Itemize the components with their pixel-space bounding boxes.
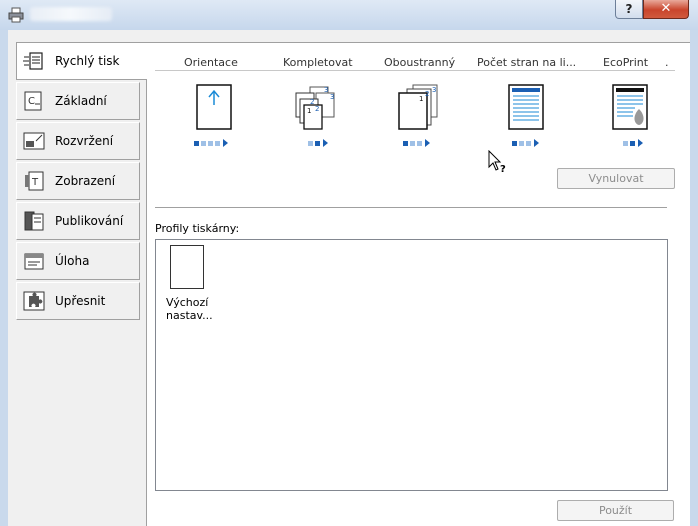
svg-text:2: 2 [315,105,319,113]
tab-basic[interactable]: C Základní [16,82,140,120]
svg-text:2: 2 [425,90,429,98]
orientation-selector[interactable] [194,139,228,147]
printer-icon [8,7,24,23]
selector-dot [308,140,313,146]
svg-text:3: 3 [330,93,334,101]
tab-layout[interactable]: Rozvržení [16,122,140,160]
profile-label-line1: Výchozí [166,296,209,309]
svg-text:2: 2 [310,98,314,106]
selector-dot [526,140,531,146]
tab-label: Zobrazení [55,174,116,188]
selector-dot [630,140,635,146]
section-divider [155,207,667,208]
pages-per-sheet-icon[interactable] [503,83,555,133]
tab-advanced[interactable]: Upřesnit [16,282,140,320]
selector-dot [194,140,199,146]
advanced-puzzle-icon [23,290,45,312]
selector-dot [417,140,422,146]
svg-text:1: 1 [419,95,423,103]
svg-text:3: 3 [324,86,328,94]
svg-text:3: 3 [432,86,436,94]
publishing-icon [23,210,45,232]
selector-dot [623,140,628,146]
tab-publishing[interactable]: Publikování [16,202,140,240]
duplex-selector[interactable] [403,139,430,147]
tab-label: Úloha [55,254,90,268]
dialog-client-area: Rychlý tisk C Základní Rozvržení T Zobra… [8,30,690,526]
ecoprint-selector[interactable] [623,139,643,147]
selector-dot [208,140,213,146]
help-button[interactable]: ? [615,0,643,19]
window-title-blurred [30,7,112,21]
tab-quick-print[interactable]: Rychlý tisk [16,42,147,80]
collate-icon[interactable]: 3 3 2 2 1 [290,83,342,133]
tab-label: Publikování [55,214,124,228]
pages-per-sheet-selector[interactable] [512,139,539,147]
profile-label: Výchozí nastav... [166,296,226,322]
reset-button[interactable]: Vynulovat [557,168,675,189]
printer-profiles-list[interactable]: Výchozí nastav... [155,239,668,491]
tab-label: Rychlý tisk [55,54,120,68]
header-ecoprint: EcoPrint [603,56,649,69]
imaging-icon: T [23,170,45,192]
header-duplex: Oboustranný [384,56,456,69]
selector-dot [315,140,320,146]
help-cursor-icon: ? [488,150,506,175]
sidebar-tabs: Rychlý tisk C Základní Rozvržení T Zobra… [16,42,147,526]
tab-imaging[interactable]: T Zobrazení [16,162,140,200]
svg-text:?: ? [500,164,506,175]
selector-arrow-icon [534,139,539,147]
selector-dot [215,140,220,146]
selector-dot [201,140,206,146]
close-button[interactable]: ✕ [643,0,689,19]
svg-text:1: 1 [307,107,311,115]
layout-icon [23,130,45,152]
selector-dot [512,140,517,146]
selector-arrow-icon [323,139,328,147]
quick-print-panel: Orientace Kompletovat Oboustranný Počet … [146,42,690,526]
selector-arrow-icon [638,139,643,147]
svg-text:T: T [31,177,39,188]
header-overflow: . [665,56,669,69]
selector-dot [410,140,415,146]
tab-job[interactable]: Úloha [16,242,140,280]
svg-text:C: C [28,96,35,107]
header-pages-per-sheet: Počet stran na li... [477,56,577,69]
profile-label-line2: nastav... [166,309,213,322]
tab-label: Rozvržení [55,134,114,148]
collate-selector[interactable] [308,139,328,147]
quick-print-icon [23,50,45,72]
selector-dot [519,140,524,146]
title-bar: ? ✕ [0,0,698,30]
orientation-portrait-icon[interactable] [191,83,243,133]
header-collate: Kompletovat [283,56,353,69]
tab-label: Základní [55,94,107,108]
tab-label: Upřesnit [55,294,106,308]
apply-button[interactable]: Použít [557,500,674,521]
header-orientation: Orientace [184,56,238,69]
selector-arrow-icon [223,139,228,147]
option-column-headers: Orientace Kompletovat Oboustranný Počet … [155,55,675,71]
printer-profiles-label: Profily tiskárny: [155,222,240,235]
basic-icon: C [23,90,45,112]
selector-dot [403,140,408,146]
selector-arrow-icon [425,139,430,147]
duplex-icon[interactable]: 3 2 1 [393,83,445,133]
job-icon [23,250,45,272]
ecoprint-icon[interactable] [607,83,659,133]
profile-page-icon [170,245,204,289]
